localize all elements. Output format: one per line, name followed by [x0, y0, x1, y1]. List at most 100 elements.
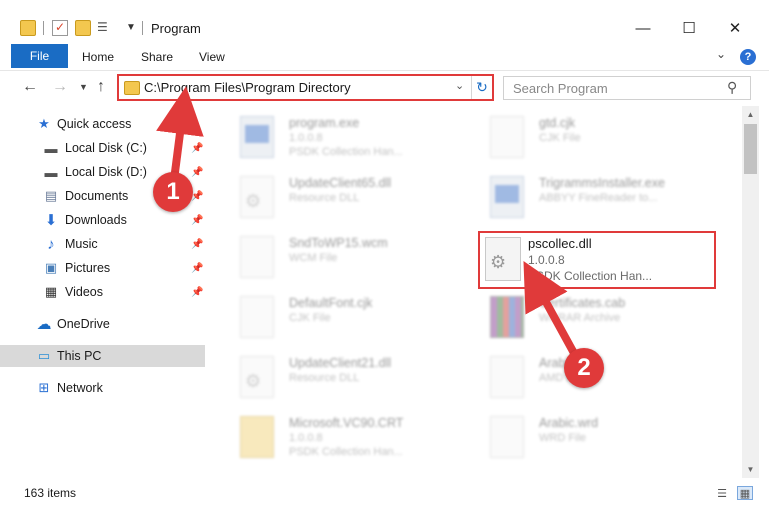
- drive-icon: ▬: [44, 164, 58, 180]
- folder-icon: [20, 20, 36, 36]
- sidebar-item-label: Videos: [65, 285, 103, 299]
- customize-toolbar-icon[interactable]: ☰: [97, 20, 113, 36]
- address-bar[interactable]: C:\Program Files\Program Directory ⌄ ↻: [117, 74, 494, 101]
- videos-icon: ▦: [44, 284, 58, 299]
- expand-ribbon-icon[interactable]: ⌄: [716, 47, 726, 61]
- recent-locations-icon[interactable]: ▼: [79, 82, 88, 92]
- file-meta: WCM File: [289, 252, 338, 264]
- sidebar-item-network[interactable]: ⊞ Network: [0, 377, 205, 399]
- dropdown-arrow-icon[interactable]: ▼: [126, 22, 142, 38]
- separator: [142, 21, 143, 35]
- sidebar-item-label: Pictures: [65, 261, 111, 275]
- sidebar-item-onedrive[interactable]: ☁ OneDrive: [0, 313, 205, 335]
- exe-file-icon: [240, 116, 274, 158]
- sidebar-item-pictures[interactable]: ▣ Pictures 📌: [0, 257, 205, 279]
- item-count: 163 items: [24, 486, 77, 500]
- scroll-up-icon[interactable]: ▲: [742, 106, 759, 123]
- sidebar-item-label: Documents: [65, 189, 129, 203]
- up-arrow-icon[interactable]: ↑: [97, 78, 105, 96]
- star-icon: ★: [38, 116, 50, 131]
- sidebar-item-downloads[interactable]: ⬇ Downloads 📌: [0, 209, 205, 231]
- sidebar-item-label: Network: [57, 381, 103, 395]
- details-view-icon[interactable]: ☰: [714, 486, 730, 500]
- refresh-icon[interactable]: ↻: [471, 76, 492, 99]
- properties-icon[interactable]: ✓: [52, 20, 68, 36]
- file-meta: WRD File: [539, 432, 587, 444]
- pictures-icon: ▣: [44, 260, 58, 275]
- sidebar-item-quick-access[interactable]: ★ Quick access: [0, 113, 205, 135]
- scroll-down-icon[interactable]: ▼: [742, 461, 759, 478]
- cloud-icon: ☁: [36, 316, 52, 333]
- sidebar-item-label: OneDrive: [57, 317, 110, 331]
- dll-file-icon: [240, 356, 274, 398]
- file-item[interactable]: UpdateClient65.dll Resource DLL: [220, 168, 470, 224]
- pin-icon: 📌: [191, 262, 204, 274]
- window-title: Program: [151, 21, 201, 36]
- step-badge-2: 2: [564, 348, 604, 388]
- file-item[interactable]: DefaultFont.cjk CJK File: [220, 288, 470, 344]
- document-icon: [240, 296, 274, 338]
- tab-view[interactable]: View: [199, 50, 225, 64]
- archive-icon: [490, 296, 524, 338]
- search-input[interactable]: [504, 77, 724, 99]
- file-version: 1.0.0.8: [528, 253, 565, 267]
- sidebar-item-label: Quick access: [57, 117, 132, 131]
- close-button[interactable]: ✕: [712, 14, 758, 42]
- drive-icon: ▬: [44, 140, 58, 156]
- sidebar-item-videos[interactable]: ▦ Videos 📌: [0, 281, 205, 303]
- file-name: SndToWP15.wcm: [289, 236, 388, 250]
- search-icon[interactable]: ⚲: [727, 79, 737, 96]
- sidebar-item-label: Downloads: [65, 213, 127, 227]
- file-item[interactable]: UpdateClient21.dll Resource DLL: [220, 348, 470, 404]
- file-meta: ABBYY FineReader to...: [539, 192, 658, 204]
- tab-home[interactable]: Home: [82, 50, 114, 64]
- dll-file-icon: [240, 176, 274, 218]
- file-list-blurred: program.exe 1.0.0.8 PSDK Collection Han.…: [210, 106, 742, 478]
- navigation-pane: ★ Quick access ▬ Local Disk (C:) 📌 ▬ Loc…: [0, 106, 207, 478]
- tab-file[interactable]: File: [11, 44, 68, 68]
- scroll-thumb[interactable]: [744, 124, 757, 174]
- large-icons-view-icon[interactable]: ▦: [737, 486, 753, 500]
- address-path[interactable]: C:\Program Files\Program Directory: [144, 80, 351, 95]
- document-icon: [490, 116, 524, 158]
- file-name: program.exe: [289, 116, 360, 130]
- title-bar: ✓ ☰ ▼ Program — ☐ ✕: [0, 0, 769, 42]
- file-name: DefaultFont.cjk: [289, 296, 373, 310]
- folder-icon: [124, 81, 140, 95]
- file-name: gtd.cjk: [539, 116, 576, 130]
- highlighted-file-pscollec[interactable]: pscollec.dll 1.0.0.8 PSDK Collection Han…: [478, 231, 716, 289]
- sidebar-item-music[interactable]: ♪ Music 📌: [0, 233, 205, 255]
- sidebar-item-local-disk-c[interactable]: ▬ Local Disk (C:) 📌: [0, 137, 205, 159]
- help-icon[interactable]: ?: [740, 49, 756, 65]
- documents-icon: ▤: [44, 188, 58, 203]
- search-box[interactable]: ⚲: [503, 76, 751, 100]
- file-meta: Resource DLL: [289, 192, 360, 204]
- minimize-button[interactable]: —: [620, 14, 666, 42]
- sidebar-item-this-pc[interactable]: ▭ This PC: [0, 345, 205, 367]
- file-item[interactable]: SndToWP15.wcm WCM File: [220, 228, 470, 284]
- back-arrow-icon[interactable]: ←: [22, 78, 38, 96]
- sidebar-item-label: Music: [65, 237, 98, 251]
- address-dropdown-icon[interactable]: ⌄: [455, 79, 464, 92]
- file-item[interactable]: Arabic.wrd WRD File: [470, 408, 720, 464]
- separator: [43, 21, 44, 35]
- tab-share[interactable]: Share: [141, 50, 173, 64]
- file-meta: PSDK Collection Han...: [289, 446, 403, 458]
- file-item[interactable]: program.exe 1.0.0.8 PSDK Collection Han.…: [220, 108, 470, 164]
- installer-icon: [490, 176, 524, 218]
- forward-arrow-icon[interactable]: →: [52, 78, 68, 96]
- pin-icon: 📌: [191, 286, 204, 298]
- file-name: UpdateClient21.dll: [289, 356, 392, 370]
- vertical-scrollbar[interactable]: ▲ ▼: [742, 106, 759, 478]
- navigation-bar: ← → ▼ ↑ C:\Program Files\Program Directo…: [0, 70, 769, 104]
- maximize-button[interactable]: ☐: [666, 14, 712, 42]
- file-item[interactable]: gtd.cjk CJK File: [470, 108, 720, 164]
- file-item[interactable]: Microsoft.VC90.CRT 1.0.0.8 PSDK Collecti…: [220, 408, 470, 464]
- file-name: UpdateClient65.dll: [289, 176, 392, 190]
- file-meta: CJK File: [539, 132, 581, 144]
- document-icon: [490, 356, 524, 398]
- new-folder-icon[interactable]: [75, 20, 91, 36]
- file-item[interactable]: Certificates.cab WinRAR Archive: [470, 288, 720, 344]
- file-item[interactable]: TrigrammsInstaller.exe ABBYY FineReader …: [470, 168, 720, 224]
- file-meta: 1.0.0.8: [289, 432, 323, 444]
